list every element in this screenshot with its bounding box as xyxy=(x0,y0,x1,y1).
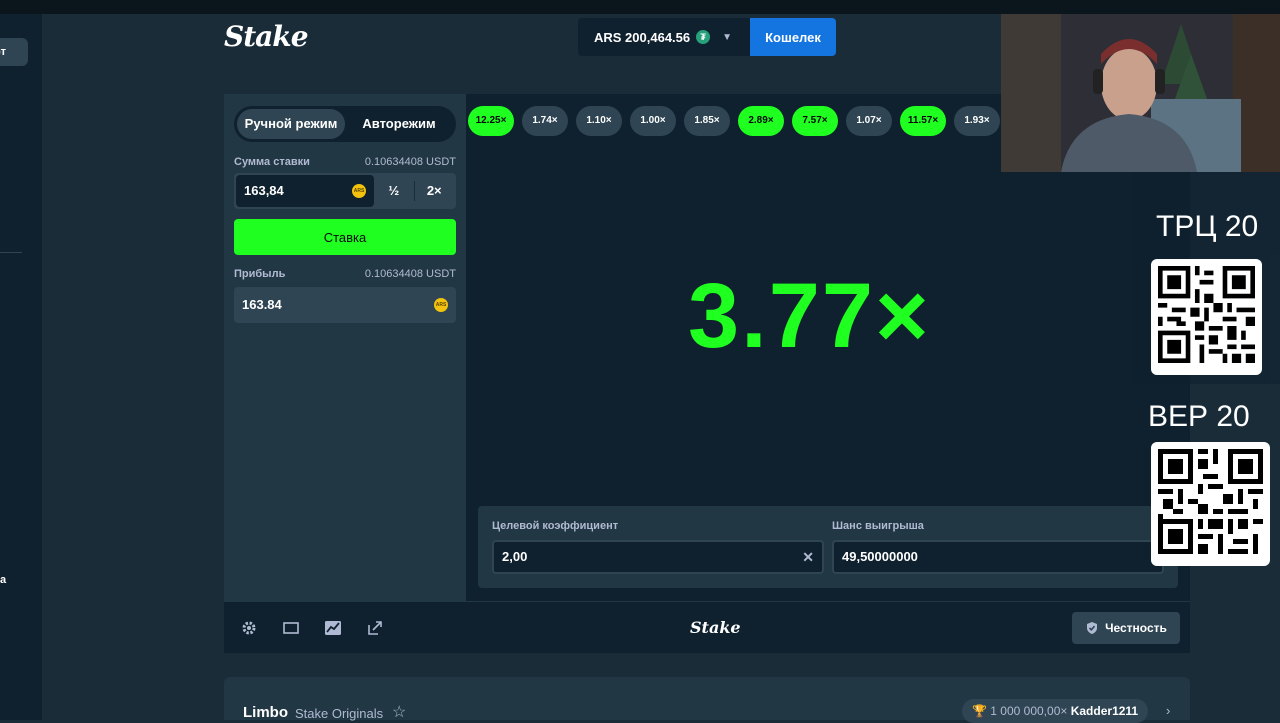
win-chance-input[interactable]: 49,50000000 xyxy=(832,540,1164,574)
place-bet-button[interactable]: Ставка xyxy=(234,219,456,255)
target-multiplier-input[interactable]: 2,00 ✕ xyxy=(492,540,824,574)
history-pill[interactable]: 1.00× xyxy=(630,106,676,136)
gear-icon[interactable] xyxy=(240,620,258,636)
half-bet-button[interactable]: ½ xyxy=(374,175,414,207)
sidebar-divider xyxy=(0,252,22,253)
history-pill[interactable]: 2.89× xyxy=(738,106,784,136)
stake-logo[interactable]: Stake xyxy=(224,20,309,53)
history-pill[interactable]: 11.57× xyxy=(900,106,946,136)
tab-auto[interactable]: Авторежим xyxy=(345,109,453,139)
bet-amount-row: 163,84 ARS ½ 2× xyxy=(234,173,456,209)
streamer-camera-image xyxy=(1001,14,1280,172)
profit-field: 163.84 ARS xyxy=(234,287,456,323)
record-badge[interactable]: 🏆 1 000 000,00× Kadder1211 xyxy=(962,699,1149,723)
target-multiplier-label: Целевой коэффициент xyxy=(492,520,619,532)
bet-amount-label: Сумма ставки xyxy=(234,156,310,168)
history-pill[interactable]: 1.93× xyxy=(954,106,1000,136)
webcam-overlay xyxy=(1001,14,1280,172)
record-value: 1 000 000,00× xyxy=(990,704,1068,718)
clear-icon[interactable]: ✕ xyxy=(802,542,814,572)
history-pill[interactable]: 1.07× xyxy=(846,106,892,136)
bet-amount-input[interactable]: 163,84 ARS xyxy=(236,175,374,207)
game-info-bar: Limbo Stake Originals ☆ 🏆 1 000 000,00× … xyxy=(224,677,1190,723)
stats-icon[interactable] xyxy=(324,620,342,636)
theatre-icon[interactable] xyxy=(282,620,300,636)
bet-amount-usdt: 0.10634408 USDT xyxy=(364,156,456,168)
profit-value: 163.84 xyxy=(242,297,282,312)
tab-manual[interactable]: Ручной режим xyxy=(237,109,345,139)
left-sidebar: рт а xyxy=(0,14,42,720)
balance-selector[interactable]: ARS 200,464.56 ₮ ▼ xyxy=(578,18,750,56)
history-pill[interactable]: 7.57× xyxy=(792,106,838,136)
qr-icon xyxy=(1158,266,1255,363)
ars-coin-icon: ARS xyxy=(434,298,448,312)
popout-icon[interactable] xyxy=(366,620,384,636)
trophy-icon: 🏆 xyxy=(972,704,987,718)
stream-label-2: ВЕР 20 xyxy=(1148,400,1250,433)
stream-top-strip xyxy=(0,0,1280,14)
history-pill[interactable]: 12.25× xyxy=(468,106,514,136)
balance-amount: ARS 200,464.56 xyxy=(594,29,691,45)
chevron-down-icon: ▼ xyxy=(722,31,733,43)
sidebar-sport-button[interactable]: рт xyxy=(0,38,28,66)
shield-icon xyxy=(1087,622,1098,634)
stream-label-1: ТРЦ 20 xyxy=(1156,210,1259,243)
history-pill[interactable]: 1.10× xyxy=(576,106,622,136)
footer-stake-logo: Stake xyxy=(690,618,741,637)
profit-label: Прибыль xyxy=(234,268,286,280)
record-user: Kadder1211 xyxy=(1070,704,1139,718)
chevron-right-icon[interactable]: › xyxy=(1166,703,1170,718)
result-multiplier: 3.77× xyxy=(688,265,931,367)
bet-amount-value: 163,84 xyxy=(244,183,284,198)
tether-icon: ₮ xyxy=(696,30,711,44)
ars-coin-icon: ARS xyxy=(352,184,366,198)
qr-icon xyxy=(1158,449,1263,554)
target-multiplier-value: 2,00 xyxy=(502,549,528,564)
mode-toggle: Ручной режим Авторежим xyxy=(234,106,456,142)
win-chance-value: 49,50000000 xyxy=(842,549,918,564)
target-panel: Целевой коэффициент 2,00 ✕ Шанс выигрыша… xyxy=(478,506,1178,588)
wallet-button[interactable]: Кошелек xyxy=(750,18,836,56)
game-title: Limbo xyxy=(243,704,288,721)
bet-controls-panel: Ручной режим Авторежим Сумма ставки 0.10… xyxy=(224,94,466,601)
fairness-button[interactable]: Честность xyxy=(1072,612,1180,644)
profit-usdt: 0.10634408 USDT xyxy=(364,268,456,280)
game-brand: Stake Originals xyxy=(295,706,384,721)
history-pill[interactable]: 1.85× xyxy=(684,106,730,136)
history-bar: 12.25× 1.74× 1.10× 1.00× 1.85× 2.89× 7.5… xyxy=(468,106,1000,136)
history-pill[interactable]: 1.74× xyxy=(522,106,568,136)
sidebar-item-fragment[interactable]: а xyxy=(0,574,6,586)
qr-code-2 xyxy=(1151,442,1270,566)
star-icon[interactable]: ☆ xyxy=(392,702,406,722)
double-bet-button[interactable]: 2× xyxy=(415,175,455,207)
game-footer: Stake Честность xyxy=(224,601,1190,653)
qr-code-1 xyxy=(1151,259,1262,375)
win-chance-label: Шанс выигрыша xyxy=(832,520,924,532)
fairness-label: Честность xyxy=(1105,621,1167,635)
